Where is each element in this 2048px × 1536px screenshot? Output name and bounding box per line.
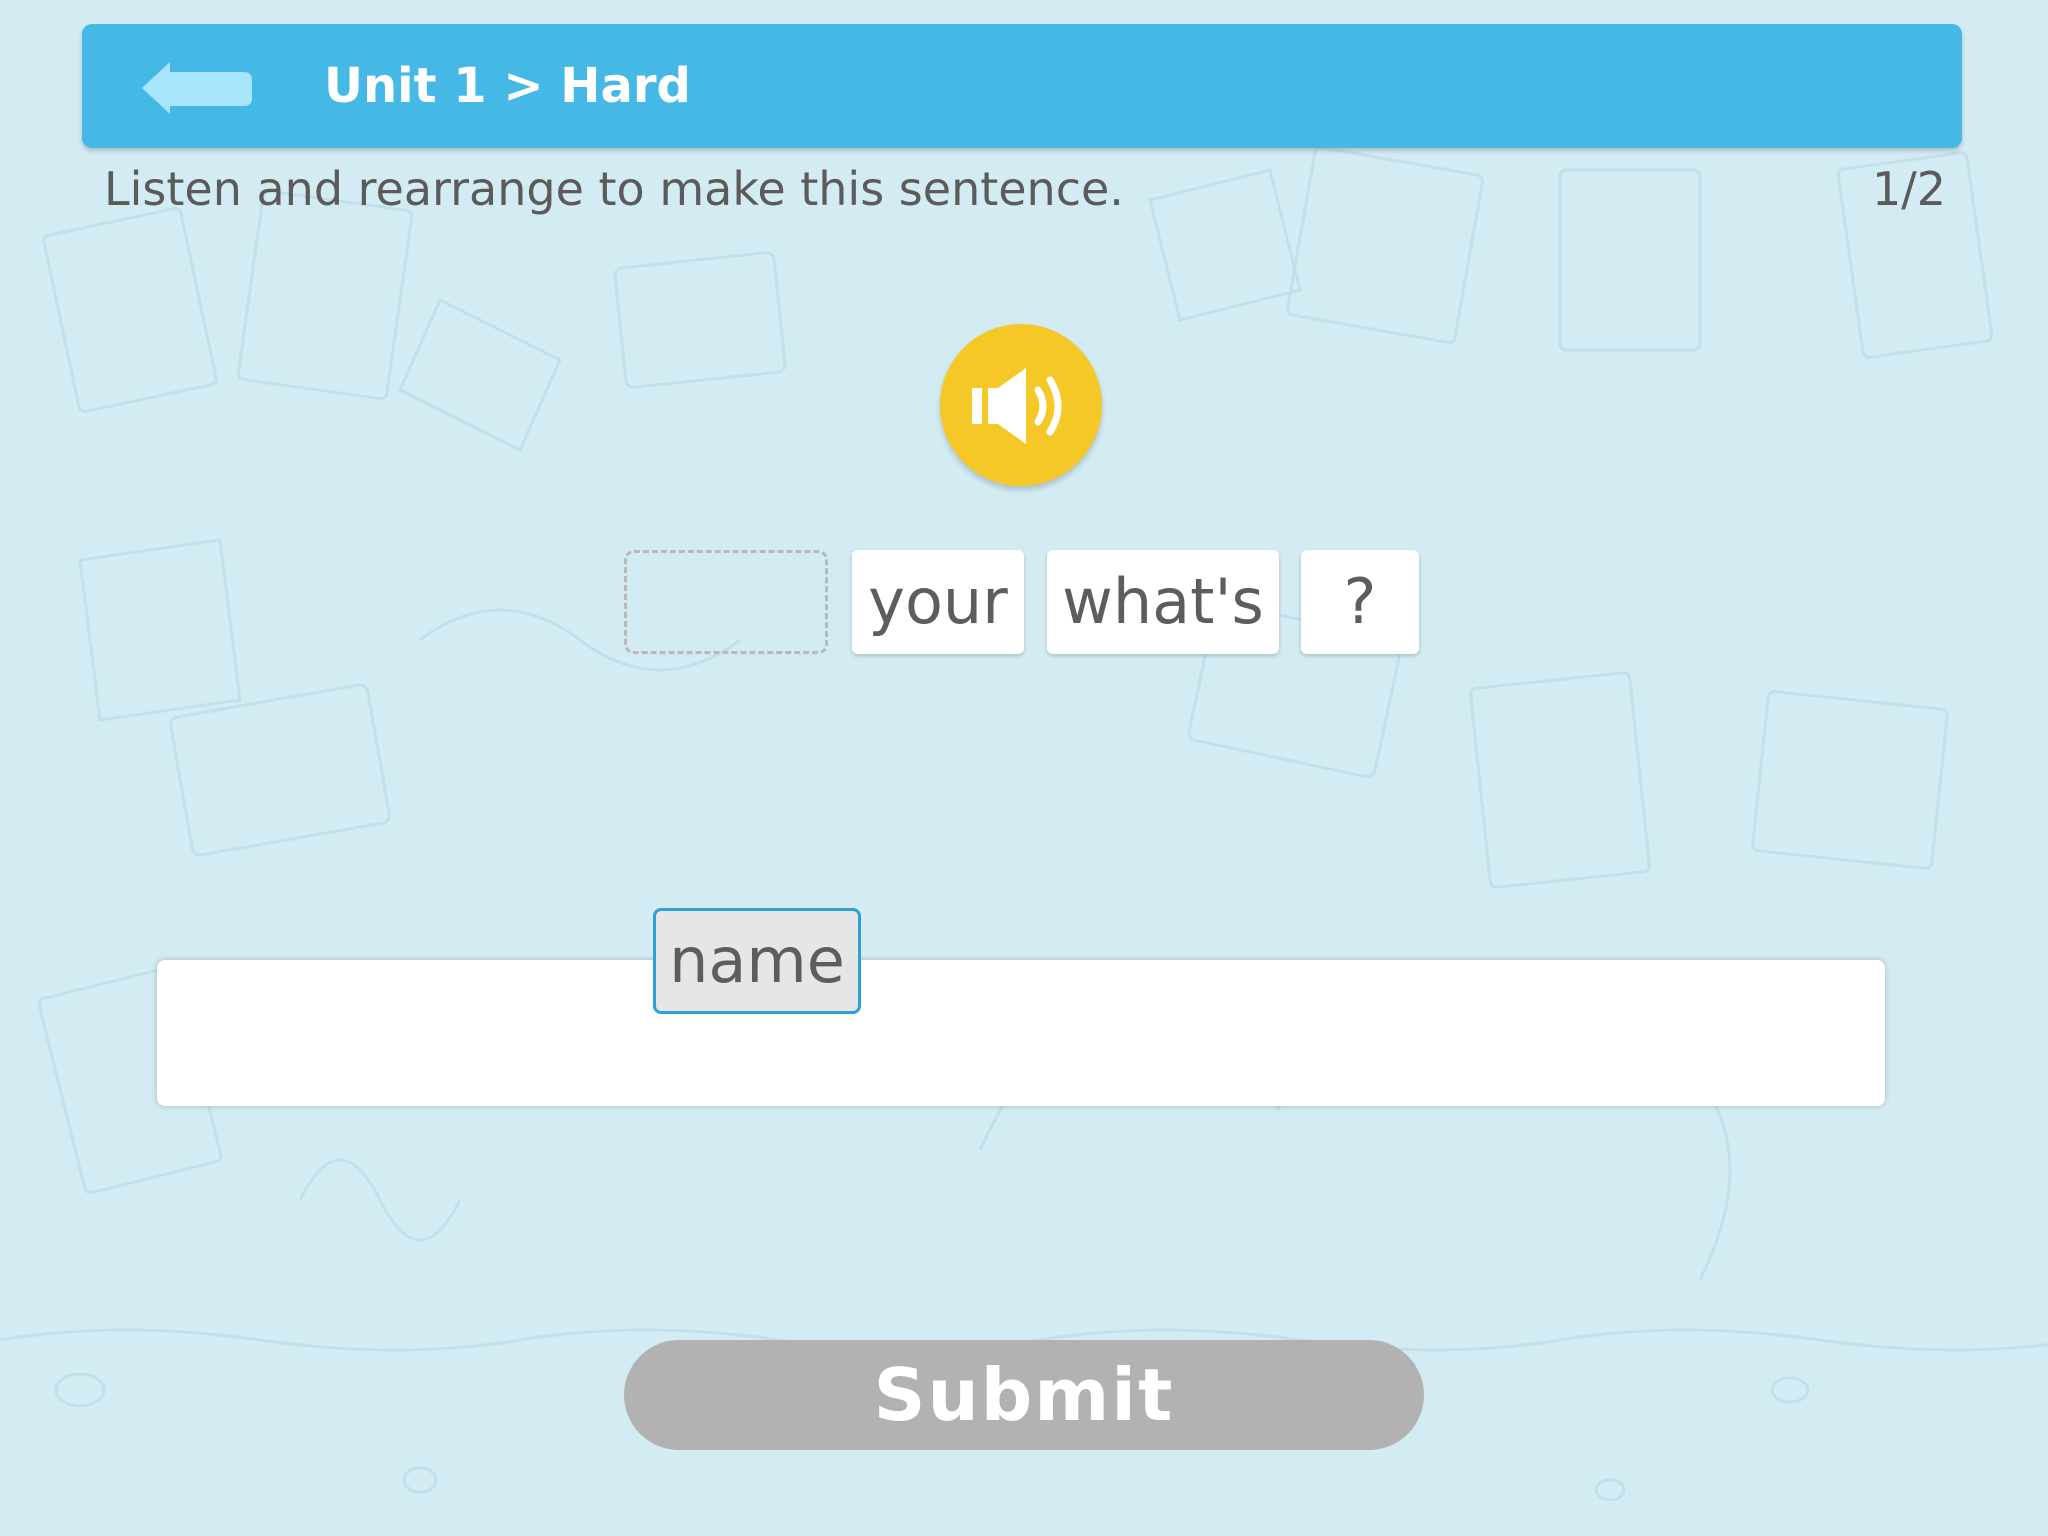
word-tile-question-mark[interactable]: ? bbox=[1301, 550, 1419, 654]
submit-button[interactable]: Submit bbox=[624, 1340, 1424, 1450]
empty-word-slot[interactable] bbox=[624, 550, 828, 654]
header-bar: Unit 1 > Hard bbox=[82, 24, 1962, 148]
question-progress: 1/2 bbox=[1871, 162, 1946, 216]
back-button[interactable] bbox=[140, 58, 254, 118]
background-doodles bbox=[0, 145, 2048, 1502]
word-tile-your[interactable]: your bbox=[852, 550, 1024, 654]
breadcrumb: Unit 1 > Hard bbox=[324, 58, 691, 114]
word-tile-whats[interactable]: what's bbox=[1047, 550, 1279, 654]
instruction-text: Listen and rearrange to make this senten… bbox=[104, 162, 1124, 216]
dragging-word-tile[interactable]: name bbox=[653, 908, 861, 1014]
word-bank-tray[interactable] bbox=[157, 960, 1885, 1106]
play-audio-button[interactable] bbox=[940, 324, 1102, 486]
back-arrow-icon bbox=[142, 62, 252, 114]
speaker-icon bbox=[972, 368, 1062, 444]
exercise-screen: Unit 1 > Hard Listen and rearrange to ma… bbox=[0, 0, 2048, 1536]
